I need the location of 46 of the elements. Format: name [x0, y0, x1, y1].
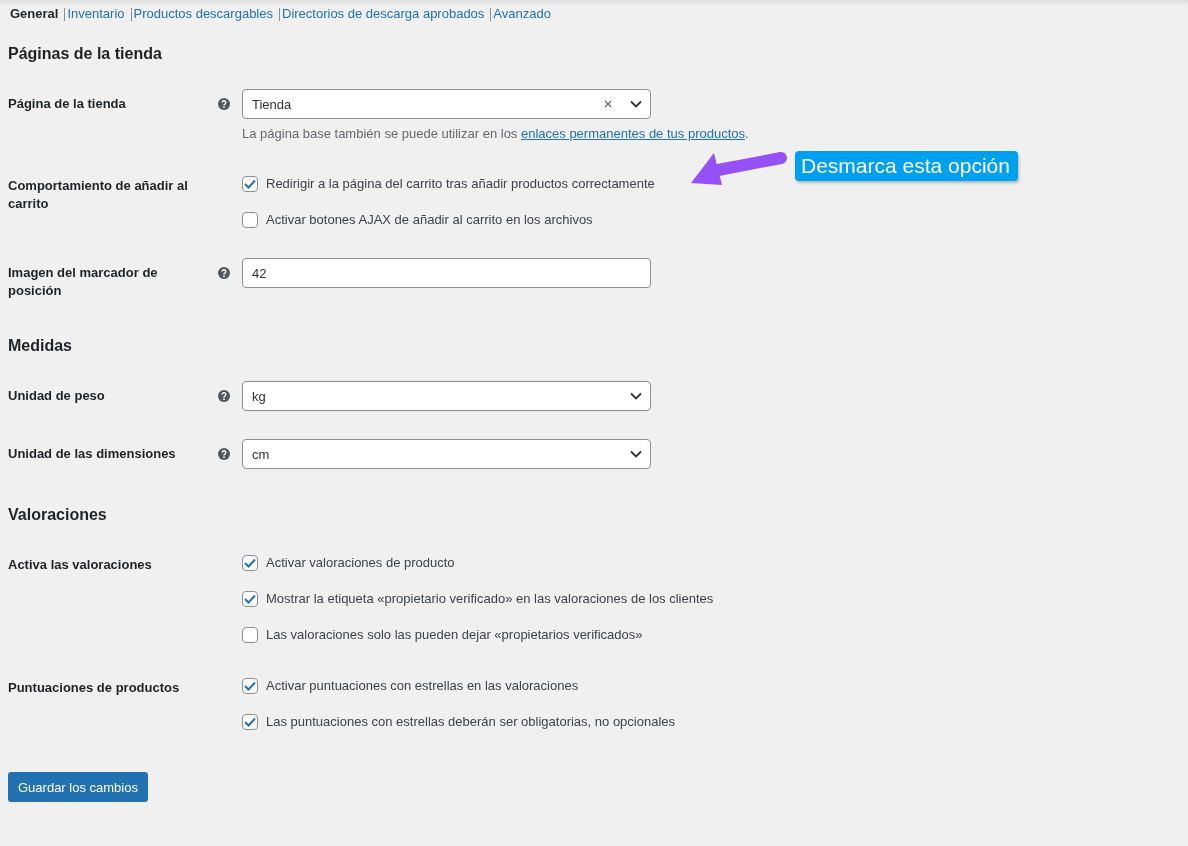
checkbox[interactable] — [242, 714, 258, 730]
setting-label: Activa las valoraciones — [8, 556, 153, 574]
checkbox[interactable] — [242, 212, 258, 228]
setting-label: Unidad de las dimensiones — [8, 445, 177, 463]
settings-tab[interactable]: Productos descargables — [133, 6, 273, 22]
checkbox-label: Activar valoraciones de producto — [266, 554, 455, 572]
checkbox-label: Activar botones AJAX de añadir al carrito en los archivos — [266, 211, 593, 229]
setting-description: La página base también se puede utilizar en los enlaces permanentes de tus productos. — [242, 125, 750, 143]
arrow-icon — [688, 150, 787, 186]
setting-label: Página de la tienda — [8, 95, 127, 113]
select-field[interactable]: cm — [242, 439, 651, 469]
help-icon — [218, 448, 230, 460]
annotation-label: Desmarca esta opción — [795, 151, 1018, 181]
settings-tab[interactable]: Avanzado — [493, 6, 551, 22]
section-heading: Medidas — [8, 336, 73, 356]
section-heading: Páginas de la tienda — [8, 44, 163, 64]
setting-label: Imagen del marcador de posición — [8, 264, 159, 300]
setting-label: Comportamiento de añadir al carrito — [8, 177, 189, 213]
setting-label: Puntuaciones de productos — [8, 679, 181, 697]
settings-tab[interactable]: Directorios de descarga aprobados — [282, 6, 485, 22]
checkbox-label: Redirigir a la página del carrito tras añadir productos correctamente — [266, 175, 655, 193]
text-field[interactable]: 42 — [242, 258, 651, 288]
select-field[interactable]: Tienda — [242, 89, 651, 119]
help-icon — [218, 390, 230, 402]
checkbox-label: Activar puntuaciones con estrellas en las valoraciones — [266, 677, 579, 695]
checkbox[interactable] — [242, 591, 258, 607]
setting-label: Unidad de peso — [8, 387, 106, 405]
settings-tab[interactable]: Inventario — [67, 6, 125, 22]
save-button[interactable]: Guardar los cambios — [8, 772, 148, 802]
checkbox-label: Las valoraciones solo las pueden dejar «propietarios verificados» — [266, 626, 643, 644]
checkbox-label: Las puntuaciones con estrellas deberán ser obligatorias, no opcionales — [266, 713, 676, 731]
checkbox[interactable] — [242, 678, 258, 694]
chevron-down-icon — [630, 100, 642, 108]
help-icon — [218, 267, 230, 279]
checkbox[interactable] — [242, 555, 258, 571]
clear-icon[interactable] — [604, 100, 612, 108]
checkbox[interactable] — [242, 176, 258, 192]
help-icon — [218, 98, 230, 110]
permalinks-link[interactable]: enlaces permanentes de tus productos — [520, 126, 745, 141]
checkbox[interactable] — [242, 627, 258, 643]
chevron-down-icon — [630, 450, 642, 458]
settings-tab[interactable]: General — [10, 6, 59, 22]
section-heading: Valoraciones — [8, 505, 108, 525]
checkbox-label: Mostrar la etiqueta «propietario verificado» en las valoraciones de los clientes — [266, 590, 714, 608]
select-field[interactable]: kg — [242, 381, 651, 411]
chevron-down-icon — [630, 392, 642, 400]
